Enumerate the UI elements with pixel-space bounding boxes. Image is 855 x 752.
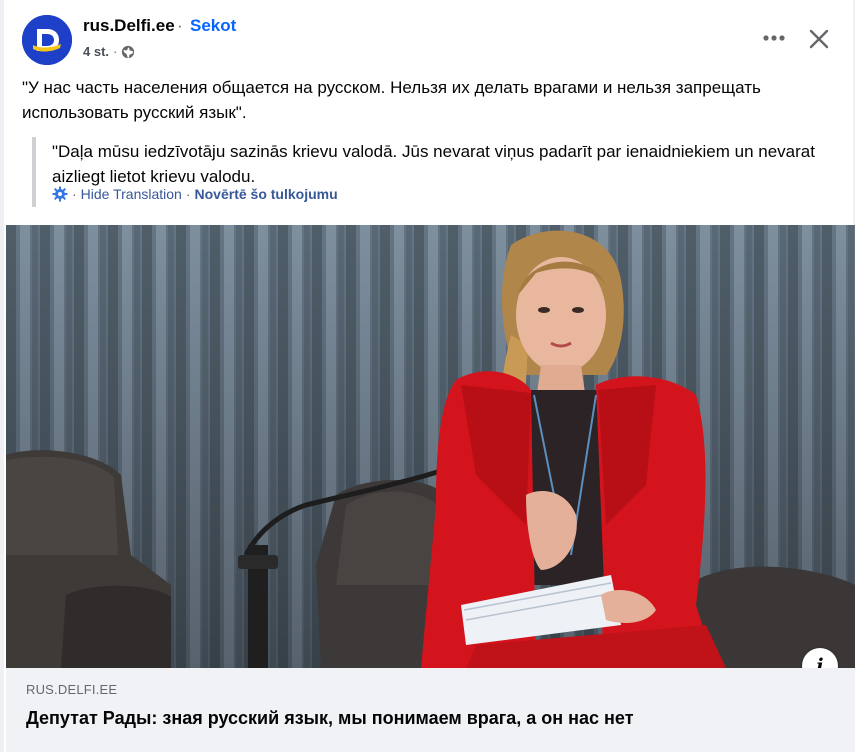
link-preview[interactable]: RUS.DELFI.EE Депутат Рады: зная русский … (6, 668, 855, 752)
more-options-button[interactable] (760, 26, 788, 50)
link-headline[interactable]: Депутат Рады: зная русский язык, мы пони… (26, 706, 634, 730)
post-text: "У нас часть населения общается на русск… (22, 78, 761, 122)
card-left-edge (0, 0, 4, 752)
translation-block: "Daļa mūsu iedzīvotāju sazinās krievu va… (32, 137, 836, 207)
post-timestamp[interactable]: 4 st. (83, 43, 109, 61)
page-avatar[interactable] (22, 15, 72, 65)
delfi-logo-icon (22, 15, 72, 65)
link-domain: RUS.DELFI.EE (26, 682, 118, 697)
translation-separator-2: · (185, 186, 191, 202)
globe-icon (122, 45, 135, 59)
follow-button[interactable]: Sekot (190, 15, 236, 37)
gear-icon (52, 186, 68, 202)
page-name-link[interactable]: rus.Delfi.ee (83, 15, 175, 37)
close-button[interactable] (805, 25, 833, 53)
close-icon (809, 29, 829, 49)
translation-text: "Daļa mūsu iedzīvotāju sazinās krievu va… (52, 142, 815, 186)
post-meta: 4 st. · (83, 43, 135, 61)
hide-translation-link[interactable]: Hide Translation (81, 185, 182, 203)
rate-translation-link[interactable]: Novērtē šo tulkojumu (195, 185, 338, 203)
facebook-post-card: rus.Delfi.ee · Sekot 4 st. · "У нас част… (0, 0, 855, 752)
translation-links: · Hide Translation · Novērtē šo tulkojum… (52, 185, 338, 203)
meta-separator: · (113, 44, 118, 59)
translation-separator-1: · (72, 186, 77, 202)
article-photo[interactable] (6, 225, 855, 668)
more-options-icon (763, 35, 785, 41)
photo-illustration (6, 225, 855, 668)
header-separator: · (177, 16, 183, 35)
